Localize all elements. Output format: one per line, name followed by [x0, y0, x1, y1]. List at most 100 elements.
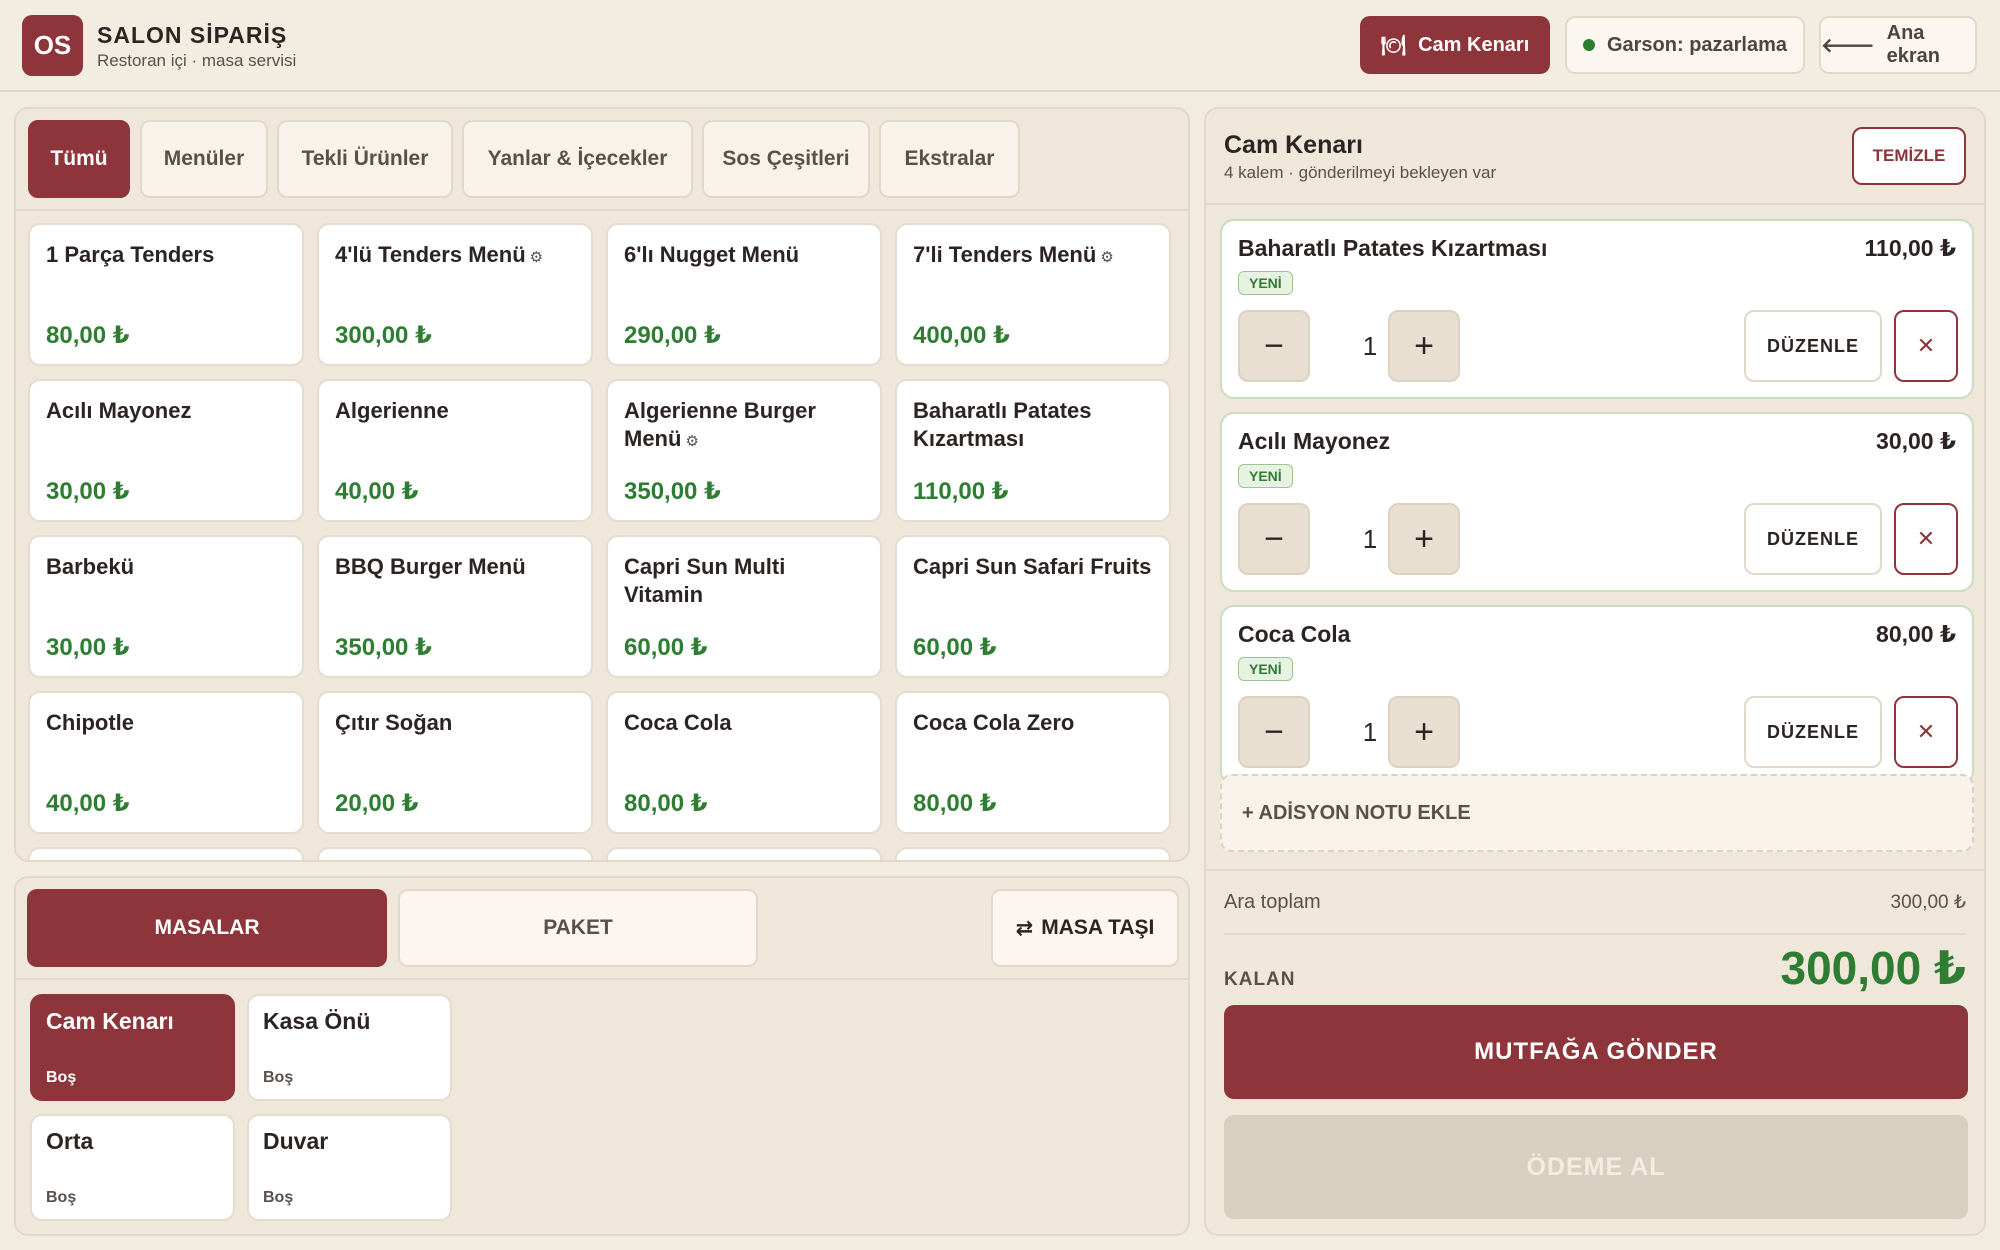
product-card[interactable]: Coca Cola 80,00 ₺ [606, 691, 882, 834]
table-card-duvar[interactable]: Duvar Boş [247, 1114, 452, 1221]
table-status: Boş [46, 1069, 77, 1086]
edit-item-button[interactable]: DÜZENLE [1744, 310, 1882, 382]
subtotal-label: Ara toplam [1224, 891, 1321, 913]
edit-item-button[interactable]: DÜZENLE [1744, 503, 1882, 575]
table-card-orta[interactable]: Orta Boş [30, 1114, 235, 1221]
table-status: Boş [263, 1069, 294, 1086]
tab-single-products[interactable]: Tekli Ürünler [277, 120, 453, 198]
subtotal-value: 300,00 ₺ [1890, 892, 1966, 913]
table-card-cam-kenari[interactable]: Cam Kenarı Boş [30, 994, 235, 1101]
remove-item-button[interactable]: ✕ [1894, 503, 1958, 575]
arrow-left-icon: 🡐 [1821, 34, 1875, 57]
product-card[interactable] [317, 847, 593, 860]
decrease-qty-button[interactable]: − [1238, 696, 1310, 768]
tab-sauces[interactable]: Sos Çeşitleri [702, 120, 870, 198]
close-icon: ✕ [1916, 333, 1936, 358]
tables-toolbar: MASALAR PAKET ⇄ MASA TAŞI [16, 878, 1188, 980]
product-card[interactable]: Capri Sun Multi Vitamin 60,00 ₺ [606, 535, 882, 678]
table-name: Cam Kenarı [46, 1008, 174, 1034]
waiter-button[interactable]: Garson: pazarlama [1565, 16, 1805, 74]
product-price: 60,00 ₺ [913, 634, 997, 661]
order-items-list[interactable]: Baharatlı Patates Kızartması 110,00 ₺ YE… [1206, 205, 1984, 867]
product-price: 30,00 ₺ [46, 634, 130, 661]
new-badge: YENİ [1238, 271, 1293, 295]
product-name: Barbekü [46, 554, 135, 579]
plate-icon: 🍽 [1380, 34, 1407, 57]
decrease-qty-button[interactable]: − [1238, 503, 1310, 575]
top-bar: OS SALON SİPARİŞ Restoran içi · masa ser… [0, 0, 2000, 92]
product-card[interactable]: Çıtır Soğan 20,00 ₺ [317, 691, 593, 834]
tab-extras[interactable]: Ekstralar [879, 120, 1020, 198]
order-item-price: 30,00 ₺ [1876, 428, 1956, 454]
order-item: Coca Cola 80,00 ₺ YENİ − 1 + DÜZENLE ✕ [1220, 605, 1974, 785]
product-card[interactable]: Capri Sun Safari Fruits 60,00 ₺ [895, 535, 1171, 678]
current-table-button[interactable]: 🍽 Cam Kenarı [1360, 16, 1550, 74]
tab-sides-drinks[interactable]: Yanlar & İçecekler [462, 120, 693, 198]
product-name: Capri Sun Safari Fruits [913, 554, 1152, 579]
remaining-value: 300,00 ₺ [1780, 942, 1966, 994]
increase-qty-button[interactable]: + [1388, 310, 1460, 382]
tab-takeaway[interactable]: PAKET [398, 889, 758, 967]
product-card[interactable]: Chipotle 40,00 ₺ [28, 691, 304, 834]
close-icon: ✕ [1916, 719, 1936, 744]
product-price: 40,00 ₺ [46, 790, 130, 817]
order-item-name: Acılı Mayonez [1238, 428, 1391, 454]
product-name: 1 Parça Tenders [46, 242, 215, 267]
remove-item-button[interactable]: ✕ [1894, 310, 1958, 382]
product-card[interactable]: Algerienne 40,00 ₺ [317, 379, 593, 522]
table-card-kasa-onu[interactable]: Kasa Önü Boş [247, 994, 452, 1101]
product-card[interactable]: 1 Parça Tenders 80,00 ₺ [28, 223, 304, 366]
remove-item-button[interactable]: ✕ [1894, 696, 1958, 768]
product-card[interactable]: Algerienne Burger Menü ⚙ 350,00 ₺ [606, 379, 882, 522]
order-item: Acılı Mayonez 30,00 ₺ YENİ − 1 + DÜZENLE… [1220, 412, 1974, 592]
product-card[interactable] [895, 847, 1171, 860]
clear-order-button[interactable]: TEMİZLE [1852, 127, 1966, 185]
product-card[interactable] [28, 847, 304, 860]
move-table-button[interactable]: ⇄ MASA TAŞI [991, 889, 1179, 967]
product-name: Çıtır Soğan [335, 710, 453, 735]
take-payment-button[interactable]: ÖDEME AL [1224, 1115, 1968, 1219]
waiter-label: Garson: pazarlama [1606, 33, 1788, 56]
product-price: 30,00 ₺ [46, 478, 130, 505]
product-card[interactable]: 6'lı Nugget Menü 290,00 ₺ [606, 223, 882, 366]
product-name: Baharatlı Patates Kızartması [913, 398, 1092, 451]
tab-all[interactable]: Tümü [28, 120, 130, 198]
product-price: 350,00 ₺ [335, 634, 432, 661]
order-title: Cam Kenarı [1224, 131, 1363, 159]
product-price: 400,00 ₺ [913, 322, 1010, 349]
tab-menus[interactable]: Menüler [140, 120, 268, 198]
table-status: Boş [46, 1189, 77, 1206]
product-card[interactable]: 4'lü Tenders Menü ⚙ 300,00 ₺ [317, 223, 593, 366]
order-item-price: 80,00 ₺ [1876, 621, 1956, 647]
edit-item-button[interactable]: DÜZENLE [1744, 696, 1882, 768]
product-price: 80,00 ₺ [624, 790, 708, 817]
product-card[interactable]: Coca Cola Zero 80,00 ₺ [895, 691, 1171, 834]
product-name: Algerienne Burger Menü ⚙ [624, 398, 816, 451]
product-name: Chipotle [46, 710, 134, 735]
product-card[interactable]: 7'li Tenders Menü ⚙ 400,00 ₺ [895, 223, 1171, 366]
send-to-kitchen-button[interactable]: MUTFAĞA GÖNDER [1224, 1005, 1968, 1099]
home-label: Ana ekran [1886, 22, 1941, 67]
add-order-note-button[interactable]: + ADİSYON NOTU EKLE [1220, 774, 1974, 852]
increase-qty-button[interactable]: + [1388, 503, 1460, 575]
product-card[interactable]: Barbekü 30,00 ₺ [28, 535, 304, 678]
decrease-qty-button[interactable]: − [1238, 310, 1310, 382]
product-price: 290,00 ₺ [624, 322, 721, 349]
product-card[interactable]: Acılı Mayonez 30,00 ₺ [28, 379, 304, 522]
product-name: Capri Sun Multi Vitamin [624, 554, 786, 607]
product-card[interactable] [606, 847, 882, 860]
product-price: 80,00 ₺ [46, 322, 130, 349]
tab-tables[interactable]: MASALAR [27, 889, 387, 967]
product-price: 80,00 ₺ [913, 790, 997, 817]
product-price: 300,00 ₺ [335, 322, 432, 349]
product-card[interactable]: Baharatlı Patates Kızartması 110,00 ₺ [895, 379, 1171, 522]
product-card[interactable]: BBQ Burger Menü 350,00 ₺ [317, 535, 593, 678]
order-panel: Cam Kenarı 4 kalem · gönderilmeyi bekley… [1204, 107, 1986, 1236]
subtotal-row: Ara toplam 300,00 ₺ [1224, 891, 1966, 921]
increase-qty-button[interactable]: + [1388, 696, 1460, 768]
menu-panel: Tümü Menüler Tekli Ürünler Yanlar & İçec… [14, 107, 1190, 862]
home-button[interactable]: 🡐 Ana ekran [1819, 16, 1977, 74]
product-name: Algerienne [335, 398, 449, 423]
remaining-label: KALAN [1224, 969, 1296, 990]
options-gear-icon: ⚙ [1100, 249, 1114, 266]
